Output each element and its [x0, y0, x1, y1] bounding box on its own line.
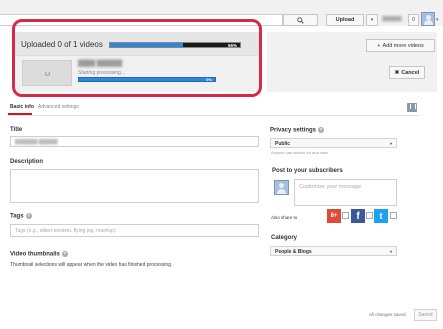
plus-icon: + — [377, 42, 381, 49]
upload-panel: Uploaded 0 of 1 videos 56% ████ ██████ S… — [15, 32, 259, 92]
thumbnails-label: Video thumbnails — [10, 251, 60, 258]
file-row: ████ ██████ Starting processing... 0% — [22, 60, 252, 90]
upload-menu-button[interactable]: ▾ — [366, 14, 378, 26]
description-field[interactable] — [10, 169, 259, 203]
help-icon[interactable]: ? — [318, 127, 325, 133]
privacy-value: Public — [275, 141, 291, 147]
description-label: Description — [10, 159, 44, 165]
chevron-down-icon: ▾ — [389, 249, 392, 254]
chevron-down-icon[interactable]: ▾ — [436, 17, 439, 23]
title-value: ███████ ██████ — [15, 139, 58, 144]
category-value: People & Blogs — [275, 249, 312, 255]
spinner-icon — [45, 71, 50, 76]
share-twitter-checkbox[interactable] — [390, 212, 397, 219]
search-input[interactable] — [0, 14, 283, 26]
file-progress-label: 0% — [206, 77, 212, 82]
add-more-videos-button[interactable]: + Add more videos — [366, 39, 435, 52]
custom-message-placeholder: Customize your message — [299, 184, 362, 190]
upload-status-text: Uploaded 0 of 1 videos — [21, 40, 103, 49]
tab-basic-info[interactable]: Basic info — [8, 104, 34, 115]
privacy-select[interactable]: Public ▾ — [270, 138, 397, 148]
upload-status-row: Uploaded 0 of 1 videos 56% — [15, 32, 259, 56]
help-icon[interactable]: ? — [61, 251, 68, 257]
thumbnails-note: Thumbnail selections will appear when th… — [10, 262, 173, 268]
notification-count[interactable]: 0 — [408, 14, 419, 26]
chevron-down-icon: ▾ — [389, 141, 392, 146]
save-button[interactable]: Saved — [414, 309, 437, 321]
google-plus-icon[interactable]: 8+ — [327, 209, 341, 223]
avatar[interactable] — [421, 12, 435, 26]
cancel-button[interactable]: ✖ Cancel — [389, 66, 425, 79]
upload-button[interactable]: Upload — [326, 14, 364, 26]
tags-field[interactable]: Tags (e.g., albert einstein, flying pig,… — [10, 224, 259, 237]
share-google-plus-checkbox[interactable] — [342, 212, 349, 219]
title-label: Title — [10, 127, 23, 133]
overall-progress-label: 56% — [227, 42, 237, 48]
video-thumbnail — [22, 60, 72, 86]
overall-progress-fill — [110, 43, 183, 47]
category-label: Category — [271, 235, 298, 241]
saved-status-text: All changes saved. — [369, 312, 407, 317]
privacy-note: Anyone can search for and view — [271, 150, 328, 155]
tags-label: Tags — [10, 213, 24, 220]
privacy-label-row: Privacy settings? — [270, 127, 325, 134]
avatar — [274, 180, 289, 195]
close-icon: ✖ — [394, 69, 400, 76]
cancel-label: Cancel — [401, 69, 420, 76]
custom-message-field[interactable]: Customize your message — [294, 179, 397, 206]
privacy-label: Privacy settings — [270, 127, 317, 134]
post-label: Post to your subscribers — [272, 168, 343, 174]
overall-progress-bar: 56% — [109, 42, 241, 48]
file-name: ████ ██████ — [78, 61, 123, 67]
tab-advanced-settings[interactable]: Advanced settings — [38, 104, 79, 110]
twitter-icon[interactable]: t — [374, 209, 388, 223]
tab-bar: Basic info Advanced settings — [7, 102, 419, 116]
also-share-label: Also share to — [271, 215, 298, 220]
top-bar: Upload ▾ ██████ 0 ▾ — [0, 0, 443, 26]
chevron-down-icon: ▾ — [370, 17, 374, 23]
account-name[interactable]: ██████ — [378, 16, 406, 24]
thumbnails-label-row: Video thumbnails? — [10, 251, 68, 258]
file-progress-bar: 0% — [78, 77, 216, 82]
add-more-label: Add more videos — [382, 42, 424, 49]
share-facebook-checkbox[interactable] — [366, 212, 373, 219]
search-icon — [297, 16, 304, 24]
tags-placeholder: Tags (e.g., albert einstein, flying pig,… — [15, 228, 116, 234]
facebook-icon[interactable]: f — [351, 209, 365, 223]
title-field[interactable]: ███████ ██████ — [10, 136, 259, 147]
search-button[interactable] — [283, 14, 318, 26]
tags-label-row: Tags? — [10, 213, 32, 220]
category-select[interactable]: People & Blogs ▾ — [270, 246, 397, 256]
file-status: Starting processing... — [78, 70, 125, 76]
download-icon[interactable] — [407, 103, 417, 112]
help-icon[interactable]: ? — [25, 213, 32, 219]
